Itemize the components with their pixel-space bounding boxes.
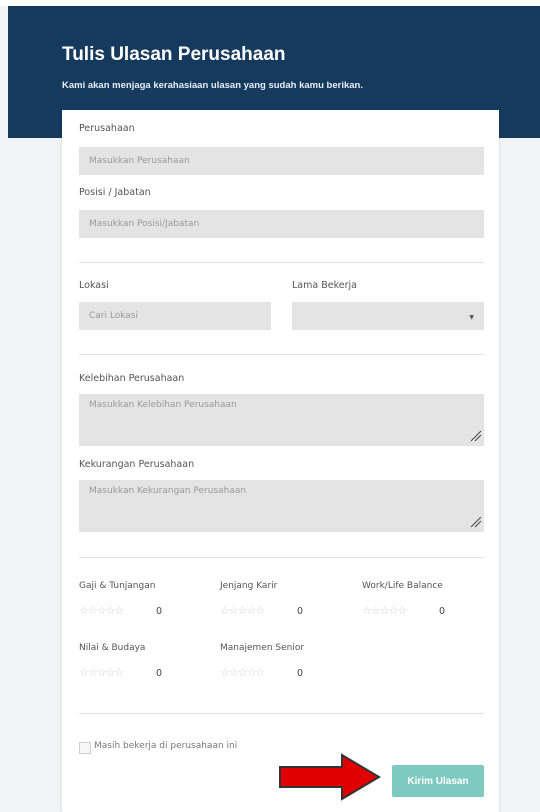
star-rating-worklife[interactable]: ☆☆☆☆☆: [362, 604, 407, 617]
page-title: Tulis Ulasan Perusahaan: [62, 44, 286, 65]
position-label: Posisi / Jabatan: [79, 187, 151, 198]
weaknesses-label: Kekurangan Perusahaan: [79, 459, 195, 470]
rating-value-culture: 0: [156, 668, 163, 679]
company-input[interactable]: [79, 147, 484, 175]
divider: [79, 557, 484, 558]
still-working-checkbox[interactable]: [79, 742, 91, 754]
location-input[interactable]: [79, 302, 271, 330]
caret-down-icon: ▼: [469, 314, 474, 321]
rating-value-salary: 0: [156, 606, 163, 617]
submit-review-button[interactable]: Kirim Ulasan: [392, 765, 484, 797]
star-rating-salary[interactable]: ☆☆☆☆☆: [79, 604, 124, 617]
rating-value-worklife: 0: [439, 606, 446, 617]
star-rating-management[interactable]: ☆☆☆☆☆: [220, 666, 265, 679]
strengths-textarea[interactable]: [79, 394, 484, 446]
resize-handle-icon[interactable]: [468, 428, 482, 442]
annotation-arrow-icon: [279, 753, 381, 801]
rating-label-culture: Nilai & Budaya: [79, 643, 146, 653]
divider: [79, 262, 484, 263]
star-rating-culture[interactable]: ☆☆☆☆☆: [79, 666, 124, 679]
divider: [79, 354, 484, 355]
rating-value-career: 0: [297, 606, 304, 617]
strengths-label: Kelebihan Perusahaan: [79, 373, 185, 384]
duration-label: Lama Bekerja: [292, 280, 357, 291]
rating-label-management: Manajemen Senior: [220, 643, 305, 653]
duration-select[interactable]: ▼: [292, 302, 484, 330]
position-input[interactable]: [79, 210, 484, 238]
still-working-label: Masih bekerja di perusahaan ini: [94, 741, 238, 751]
resize-handle-icon[interactable]: [468, 514, 482, 528]
weaknesses-textarea[interactable]: [79, 480, 484, 532]
star-rating-career[interactable]: ☆☆☆☆☆: [220, 604, 265, 617]
rating-label-worklife: Work/Life Balance: [362, 581, 443, 591]
location-label: Lokasi: [79, 280, 109, 291]
company-label: Perusahaan: [79, 123, 135, 134]
rating-value-management: 0: [297, 668, 304, 679]
rating-label-salary: Gaji & Tunjangan: [79, 581, 156, 591]
rating-label-career: Jenjang Karir: [220, 581, 278, 591]
page-subtitle: Kami akan menjaga kerahasiaan ulasan yan…: [62, 80, 363, 91]
divider: [79, 713, 484, 714]
